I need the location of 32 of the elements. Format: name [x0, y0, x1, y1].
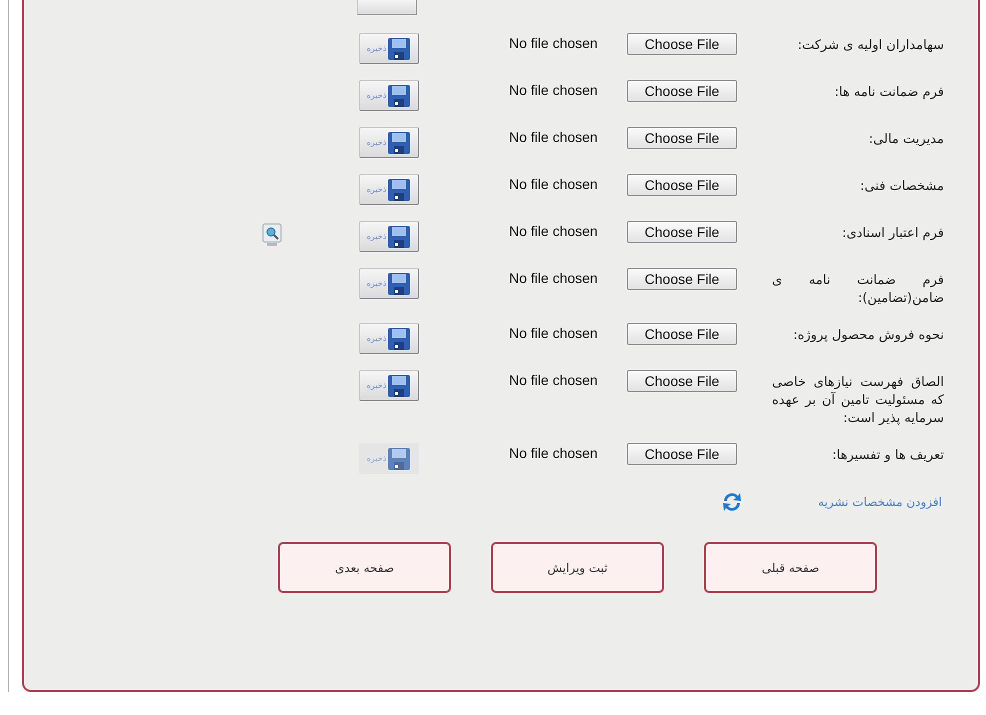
preview-icon[interactable]: [262, 223, 282, 247]
file-status-text: No file chosen: [509, 81, 599, 100]
file-status-text: No file chosen: [509, 269, 599, 288]
choose-file-button[interactable]: Choose File: [627, 323, 737, 345]
save-button[interactable]: [357, 0, 417, 15]
field-label: مشخصات فنی:: [859, 178, 944, 196]
choose-file-button[interactable]: Choose File: [627, 268, 737, 290]
file-status-text: No file chosen: [509, 371, 599, 390]
file-status-text: No file chosen: [509, 34, 599, 53]
choose-file-button[interactable]: Choose File: [627, 33, 737, 55]
field-label: مدیریت مالی:: [868, 131, 944, 149]
file-status-text: No file chosen: [509, 222, 599, 241]
choose-file-button[interactable]: Choose File: [627, 370, 737, 392]
nav-button[interactable]: ثبت ویرایش: [491, 542, 664, 593]
nav-button[interactable]: صفحه قبلی: [704, 542, 877, 593]
choose-file-button[interactable]: Choose File: [627, 443, 737, 465]
nav-button[interactable]: صفحه بعدی: [278, 542, 451, 593]
file-status-text: No file chosen: [509, 444, 599, 463]
file-status-text: No file chosen: [509, 175, 599, 194]
field-label: فرم ضمانت نامه ی ضامن(تضامین):: [772, 272, 944, 308]
file-status-text: No file chosen: [509, 324, 599, 343]
field-label: تعریف ها و تفسیرها:: [831, 447, 944, 465]
choose-file-button[interactable]: Choose File: [627, 80, 737, 102]
field-label: سهامداران اولیه ی شرکت:: [796, 37, 944, 55]
file-status-text: No file chosen: [509, 128, 599, 147]
field-label: نحوه فروش محصول پروژه:: [792, 327, 944, 345]
choose-file-button[interactable]: Choose File: [627, 174, 737, 196]
choose-file-button[interactable]: Choose File: [627, 221, 737, 243]
choose-file-button[interactable]: Choose File: [627, 127, 737, 149]
field-label: فرم ضمانت نامه ها:: [834, 84, 944, 102]
field-label: فرم اعتبار اسنادی:: [841, 225, 944, 243]
field-label: الصاق فهرست نیازهای خاصی که مسئولیت تامین آن بر عهده سرمایه پذیر است:: [772, 374, 944, 428]
